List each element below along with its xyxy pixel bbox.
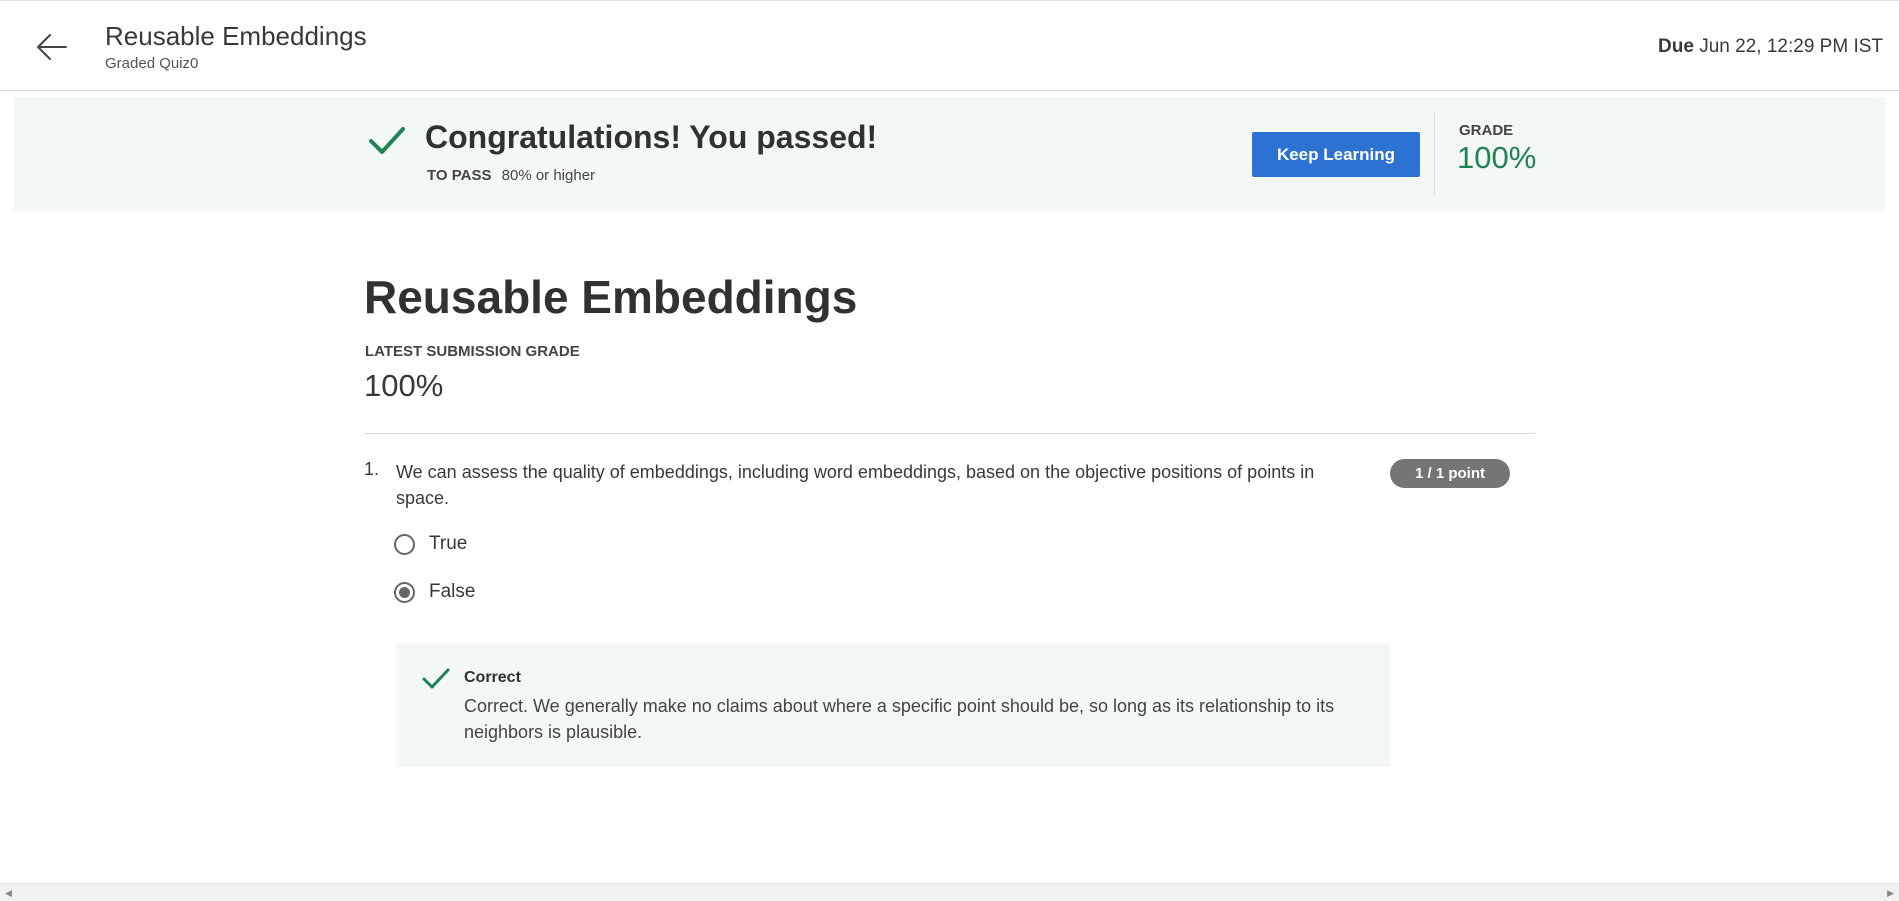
top-header-bar: Reusable Embeddings Graded Quiz0 Due Jun… xyxy=(0,0,1899,91)
latest-submission-label: LATEST SUBMISSION GRADE xyxy=(365,343,580,360)
option-false[interactable]: False xyxy=(394,581,475,603)
section-divider xyxy=(364,433,1535,434)
to-pass-info: TO PASS 80% or higher xyxy=(427,167,595,184)
keep-learning-button[interactable]: Keep Learning xyxy=(1252,132,1420,177)
option-true[interactable]: True xyxy=(394,533,467,555)
radio-button-false[interactable] xyxy=(394,581,415,603)
header-subtitle: Graded Quiz0 xyxy=(105,55,199,72)
grade-label: GRADE xyxy=(1459,122,1514,139)
arrow-left-icon xyxy=(37,34,67,60)
question-text: We can assess the quality of embeddings,… xyxy=(396,462,1315,508)
grade-value: 100% xyxy=(1457,140,1537,175)
feedback-text: Correct. We generally make no claims abo… xyxy=(464,696,1335,742)
page-title: Reusable Embeddings xyxy=(364,271,858,323)
option-label: True xyxy=(429,533,468,554)
banner-divider xyxy=(1434,111,1435,195)
scroll-left-arrow-icon[interactable]: ◀ xyxy=(5,888,12,899)
checkmark-icon xyxy=(369,127,405,154)
header-title: Reusable Embeddings xyxy=(105,21,367,51)
due-label: Due xyxy=(1658,36,1694,57)
checkmark-icon xyxy=(422,668,450,689)
banner-title: Congratulations! You passed! xyxy=(425,119,878,155)
to-pass-value: 80% or higher xyxy=(501,167,596,184)
due-date: Due Jun 22, 12:29 PM IST xyxy=(1658,36,1883,58)
horizontal-scrollbar[interactable]: ◀ ▶ xyxy=(0,883,1899,901)
to-pass-label: TO PASS xyxy=(427,167,492,184)
back-button[interactable] xyxy=(30,27,74,67)
option-label: False xyxy=(429,581,476,602)
passed-banner: Congratulations! You passed! TO PASS 80%… xyxy=(14,97,1885,211)
points-badge: 1 / 1 point xyxy=(1390,459,1510,488)
feedback-title: Correct xyxy=(464,669,521,686)
scroll-right-arrow-icon[interactable]: ▶ xyxy=(1887,888,1894,899)
feedback-box: Correct Correct. We generally make no cl… xyxy=(396,643,1390,767)
question-number: 1. xyxy=(364,459,380,479)
radio-button-true[interactable] xyxy=(394,533,415,555)
due-value: Jun 22, 12:29 PM IST xyxy=(1699,36,1883,57)
latest-submission-value: 100% xyxy=(364,368,444,403)
